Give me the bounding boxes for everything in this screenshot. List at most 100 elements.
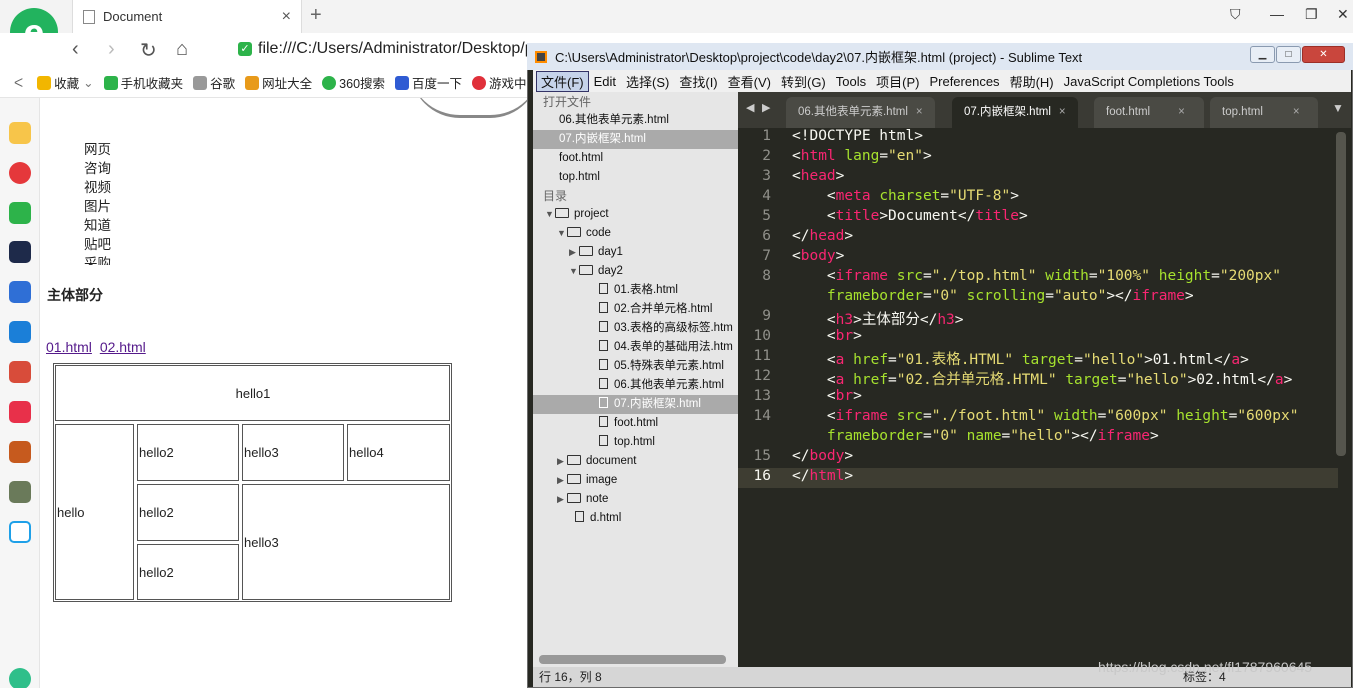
address-text[interactable]: file:///C:/Users/Administrator/Desktop/p bbox=[258, 40, 534, 58]
tree-file-active[interactable]: 07.内嵌框架.html bbox=[533, 395, 738, 414]
browser-tab[interactable]: Document × bbox=[72, 0, 302, 33]
editor-tab[interactable]: foot.html × bbox=[1094, 97, 1204, 128]
tree-folder-day1[interactable]: ▶ day1 bbox=[533, 243, 738, 262]
menu-select[interactable]: 选择(S) bbox=[621, 72, 674, 91]
menu-file[interactable]: 文件(F) bbox=[536, 70, 589, 92]
sublime-title: C:\Users\Administrator\Desktop\project\c… bbox=[555, 50, 1083, 65]
menu-goto[interactable]: 转到(G) bbox=[776, 72, 831, 91]
line-number: 4 bbox=[762, 188, 771, 204]
line-number: 10 bbox=[753, 328, 771, 344]
list-item[interactable]: 图片 bbox=[84, 197, 111, 216]
tab-prev-icon[interactable]: ◀ bbox=[746, 101, 754, 114]
list-item[interactable]: 视频 bbox=[84, 178, 111, 197]
word-icon[interactable] bbox=[9, 281, 31, 303]
xiaohongshu-icon[interactable] bbox=[9, 401, 31, 423]
editor-tab-active[interactable]: 07.内嵌框架.html × bbox=[952, 97, 1078, 128]
favorites-icon[interactable] bbox=[9, 122, 31, 144]
tree-file[interactable]: 06.其他表单元素.html bbox=[533, 376, 738, 395]
tree-folder-code[interactable]: ▼ code bbox=[533, 224, 738, 243]
list-item[interactable]: 网页 bbox=[84, 140, 111, 159]
link-01[interactable]: 01.html bbox=[46, 339, 92, 355]
mail-icon[interactable] bbox=[9, 202, 31, 224]
collapse-sidebar-icon[interactable]: ᐸ bbox=[14, 75, 23, 90]
add-icon[interactable] bbox=[9, 668, 31, 688]
close-tab-icon[interactable]: × bbox=[916, 106, 923, 118]
tree-file[interactable]: foot.html bbox=[533, 414, 738, 433]
maximize-button[interactable]: □ bbox=[1276, 46, 1301, 63]
tree-file[interactable]: 03.表格的高级标签.htm bbox=[533, 319, 738, 338]
bookmark-item[interactable]: 百度一下 bbox=[395, 73, 462, 92]
close-tab-icon[interactable]: × bbox=[1293, 106, 1300, 118]
tree-folder[interactable]: ▶ document bbox=[533, 452, 738, 471]
close-tab-icon[interactable]: × bbox=[282, 8, 291, 26]
tree-folder-project[interactable]: ▼ project bbox=[533, 205, 738, 224]
menu-preferences[interactable]: Preferences bbox=[924, 74, 1004, 89]
tree-folder-day2[interactable]: ▼ day2 bbox=[533, 262, 738, 281]
weibo-icon[interactable] bbox=[9, 162, 31, 184]
menu-project[interactable]: 项目(P) bbox=[871, 72, 924, 91]
editor-tab[interactable]: 06.其他表单元素.html × bbox=[786, 97, 935, 128]
line-number: 15 bbox=[753, 448, 771, 464]
list-item[interactable]: 采购 bbox=[84, 254, 111, 265]
editor-scrollbar[interactable] bbox=[1336, 132, 1346, 456]
open-file-item[interactable]: foot.html bbox=[533, 149, 738, 168]
close-window-icon[interactable]: ✕ bbox=[1337, 6, 1349, 23]
tree-folder[interactable]: ▶ image bbox=[533, 471, 738, 490]
chevron-right-icon: ▶ bbox=[557, 494, 564, 504]
tree-file[interactable]: 04.表单的基础用法.htm bbox=[533, 338, 738, 357]
pdf-icon[interactable] bbox=[9, 521, 31, 543]
tree-file[interactable]: top.html bbox=[533, 433, 738, 452]
tab-next-icon[interactable]: ▶ bbox=[762, 101, 770, 114]
code-line: </head> bbox=[792, 228, 854, 244]
reload-icon[interactable]: ↻ bbox=[140, 38, 157, 63]
game-app-icon[interactable] bbox=[9, 481, 31, 503]
maximize-icon[interactable]: ❐ bbox=[1305, 6, 1318, 23]
forward-icon[interactable]: › bbox=[108, 38, 115, 61]
open-file-item[interactable]: 06.其他表单元素.html bbox=[533, 111, 738, 130]
address-bar[interactable]: ✓ file:///C:/Users/Administrator/Desktop… bbox=[238, 40, 534, 58]
list-item[interactable]: 咨询 bbox=[84, 159, 111, 178]
home-icon[interactable]: ⌂ bbox=[176, 38, 188, 61]
folders-header: 目录 bbox=[543, 189, 568, 203]
list-item[interactable]: 贴吧 bbox=[84, 235, 111, 254]
shirt-icon[interactable]: ⛉ bbox=[1230, 6, 1241, 23]
bookmark-item[interactable]: 手机收藏夹 bbox=[103, 73, 183, 92]
tree-file[interactable]: 01.表格.html bbox=[533, 281, 738, 300]
minimize-icon[interactable]: — bbox=[1270, 6, 1284, 22]
menu-edit[interactable]: Edit bbox=[589, 74, 621, 89]
bookmark-item[interactable]: 收藏 ⌄ bbox=[37, 73, 94, 92]
menu-js-completions[interactable]: JavaScript Completions Tools bbox=[1059, 74, 1239, 89]
tree-folder[interactable]: ▶ note bbox=[533, 490, 738, 509]
close-button[interactable]: ✕ bbox=[1302, 46, 1345, 63]
menu-tools[interactable]: Tools bbox=[831, 74, 871, 89]
menu-help[interactable]: 帮助(H) bbox=[1005, 72, 1059, 91]
game-app-icon[interactable] bbox=[9, 361, 31, 383]
new-tab-button[interactable]: + bbox=[310, 4, 322, 27]
close-tab-icon[interactable]: × bbox=[1178, 106, 1185, 118]
sidebar-scrollbar[interactable] bbox=[539, 655, 726, 664]
news-icon[interactable] bbox=[9, 241, 31, 263]
tree-file[interactable]: 02.合并单元格.html bbox=[533, 300, 738, 319]
editor-tab[interactable]: top.html × bbox=[1210, 97, 1318, 128]
tab-list-icon[interactable]: ▼ bbox=[1332, 101, 1344, 115]
bookmark-item[interactable]: 网址大全 bbox=[245, 73, 312, 92]
chat-icon[interactable] bbox=[9, 321, 31, 343]
code-editor[interactable]: 1 2 3 4 5 6 7 8 9 10 11 12 13 14 15 16 <!DOCTYPE html> <… bbox=[738, 128, 1351, 667]
open-file-item[interactable]: top.html bbox=[533, 168, 738, 187]
bookmark-item[interactable]: 360搜索 bbox=[322, 73, 385, 92]
minimize-button[interactable]: ▁ bbox=[1250, 46, 1275, 63]
open-file-item[interactable]: 07.内嵌框架.html bbox=[533, 130, 738, 149]
menu-view[interactable]: 查看(V) bbox=[723, 72, 776, 91]
bookmark-item[interactable]: 谷歌 bbox=[193, 73, 235, 92]
top-iframe-image bbox=[410, 98, 530, 118]
list-item[interactable]: 知道 bbox=[84, 216, 111, 235]
file-icon bbox=[599, 359, 608, 370]
back-icon[interactable]: ‹ bbox=[72, 38, 79, 61]
menu-find[interactable]: 查找(I) bbox=[674, 72, 722, 91]
game-app-icon[interactable] bbox=[9, 441, 31, 463]
file-icon bbox=[599, 397, 608, 408]
link-02[interactable]: 02.html bbox=[100, 339, 146, 355]
tree-file[interactable]: d.html bbox=[533, 509, 738, 528]
close-tab-icon[interactable]: × bbox=[1059, 106, 1066, 118]
tree-file[interactable]: 05.特殊表单元素.html bbox=[533, 357, 738, 376]
